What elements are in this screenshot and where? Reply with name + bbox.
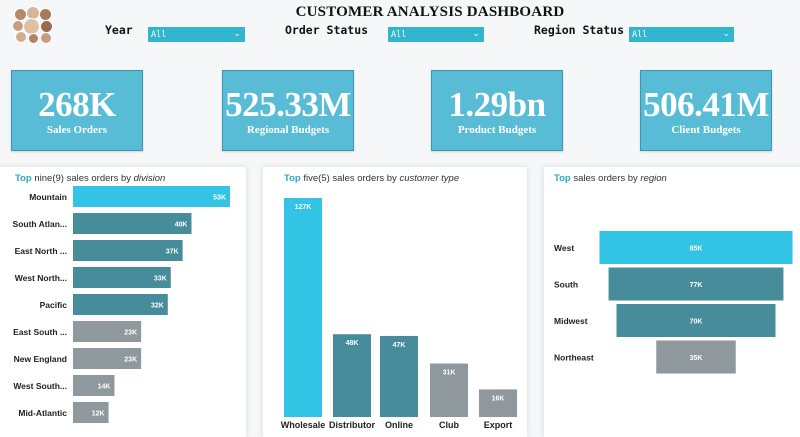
region-data-label: 77K: [690, 282, 703, 289]
region-category-label: Northeast: [554, 353, 594, 363]
division-data-label: 12K: [92, 411, 105, 418]
kpi-value: 268K: [38, 85, 116, 124]
division-category-label: Pacific: [40, 300, 68, 310]
division-chart-panel: Top nine(9) sales orders by division Mou…: [0, 167, 246, 437]
division-data-label: 37K: [166, 249, 179, 256]
kpi-card-product-budgets: 1.29bn Product Budgets: [431, 70, 563, 151]
region-status-filter-label: Region Status: [534, 23, 625, 37]
division-bar-chart: Mountain 53K South Atlan... 40K East North .…: [13, 186, 230, 423]
division-data-label: 23K: [124, 357, 137, 364]
kpi-label: Product Budgets: [457, 124, 537, 136]
division-chart-title: Top nine(9) sales orders by division: [15, 173, 166, 184]
kpi-label: Sales Orders: [46, 124, 108, 136]
kpi-value: 506.41M: [643, 85, 769, 124]
customer-type-chart-title: Top five(5) sales orders by customer typ…: [284, 173, 460, 184]
kpi-label: Client Budgets: [671, 124, 741, 136]
division-category-label: East North ...: [15, 246, 67, 256]
chevron-down-icon: ⌄: [233, 28, 241, 38]
customer-type-data-label: 16K: [492, 395, 505, 402]
division-data-label: 14K: [98, 384, 111, 391]
region-data-label: 70K: [690, 319, 703, 326]
division-category-label: Mid-Atlantic: [18, 408, 67, 418]
division-category-label: West South...: [13, 381, 67, 391]
year-filter-select[interactable]: All ⌄: [148, 27, 245, 42]
customer-type-bar: [479, 389, 517, 417]
year-filter-label: Year: [105, 23, 133, 37]
order-status-filter-value: All: [391, 30, 407, 40]
customer-type-chart-panel: Top five(5) sales orders by customer typ…: [263, 167, 527, 437]
dashboard-title: CUSTOMER ANALYSIS DASHBOARD: [295, 4, 565, 20]
customer-type-data-label: 47K: [393, 342, 406, 349]
division-category-label: West North...: [15, 273, 67, 283]
division-category-label: South Atlan...: [13, 219, 67, 229]
customer-type-data-label: 48K: [346, 340, 359, 347]
customer-type-bar: [284, 198, 322, 417]
division-bar: [73, 186, 230, 207]
kpi-card-client-budgets: 506.41M Client Budgets: [640, 70, 772, 151]
customer-type-category-label: Wholesale: [281, 420, 326, 430]
order-status-filter-label: Order Status: [285, 23, 369, 37]
kpi-value: 525.33M: [225, 85, 351, 124]
kpi-card-regional-budgets: 525.33M Regional Budgets: [222, 70, 354, 151]
region-funnel-chart: West 85K South 77K Midwest 70K Northeast 35K: [554, 231, 793, 374]
customer-type-category-label: Distributor: [329, 420, 375, 430]
division-data-label: 33K: [154, 276, 167, 283]
customer-type-bar-chart: 127K Wholesale 48K Distributor 47K Online 31K C…: [281, 198, 517, 430]
chevron-down-icon: ⌄: [722, 28, 730, 38]
division-data-label: 32K: [151, 303, 164, 310]
division-data-label: 40K: [175, 222, 188, 229]
customer-type-data-label: 31K: [443, 370, 456, 377]
dashboard: { "header": { "title": "CUSTOMER ANALYSI…: [0, 0, 800, 437]
region-category-label: South: [554, 280, 578, 290]
region-category-label: West: [554, 243, 574, 253]
division-data-label: 23K: [124, 330, 137, 337]
division-category-label: Mountain: [29, 192, 67, 202]
team-logo: [12, 6, 60, 44]
customer-type-category-label: Online: [385, 420, 413, 430]
kpi-card-sales-orders: 268K Sales Orders: [11, 70, 143, 151]
region-status-filter-select[interactable]: All ⌄: [629, 27, 734, 42]
order-status-filter-select[interactable]: All ⌄: [388, 27, 484, 42]
region-category-label: Midwest: [554, 316, 588, 326]
customer-type-category-label: Export: [484, 420, 513, 430]
region-data-label: 85K: [690, 246, 703, 253]
chevron-down-icon: ⌄: [472, 28, 480, 38]
kpi-label: Regional Budgets: [246, 124, 330, 136]
division-data-label: 53K: [213, 195, 226, 202]
customer-type-data-label: 127K: [295, 204, 312, 211]
region-chart-title: Top sales orders by region: [554, 173, 667, 184]
region-chart-panel: Top sales orders by region West 85K South 7…: [544, 167, 800, 437]
division-category-label: East South ...: [13, 327, 67, 337]
customer-type-category-label: Club: [439, 420, 459, 430]
region-status-filter-value: All: [632, 30, 648, 40]
region-data-label: 35K: [690, 355, 703, 362]
kpi-value: 1.29bn: [448, 85, 546, 124]
year-filter-value: All: [151, 30, 167, 40]
division-category-label: New England: [14, 354, 67, 364]
